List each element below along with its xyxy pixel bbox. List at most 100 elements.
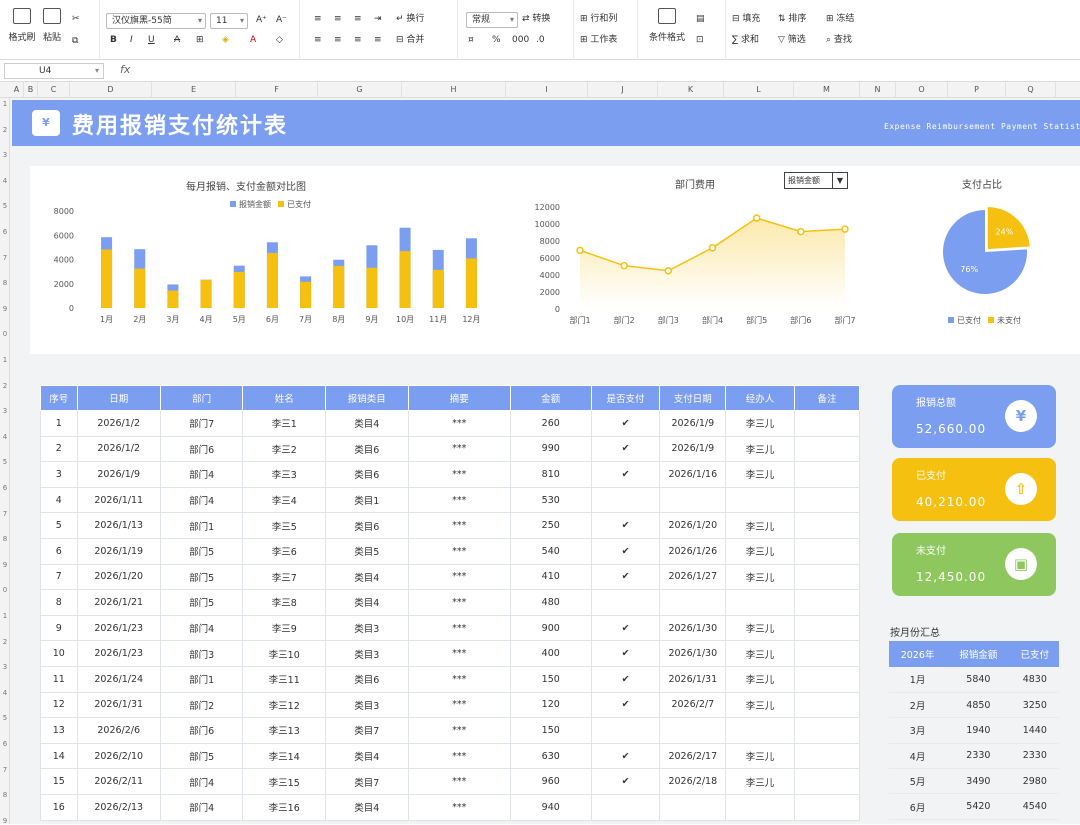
table-cell[interactable] — [659, 589, 727, 616]
table-cell[interactable]: *** — [407, 717, 511, 744]
table-cell[interactable]: 部门6 — [159, 435, 244, 463]
table-cell[interactable]: 2026/1/20 — [659, 512, 727, 539]
table-cell[interactable]: 3 — [40, 461, 78, 488]
table-cell[interactable]: 2026/2/18 — [659, 768, 727, 795]
table-cell[interactable]: 2026/1/24 — [76, 665, 161, 693]
fill-color-icon[interactable]: ◈ — [222, 33, 229, 47]
summary-cell[interactable]: 5420 — [946, 793, 1011, 820]
increase-font-icon[interactable]: A⁺ — [256, 13, 267, 27]
table-cell[interactable] — [793, 742, 861, 770]
table-cell[interactable]: 部门3 — [159, 640, 244, 667]
table-cell[interactable]: 530 — [509, 486, 592, 514]
row-header[interactable]: 9 — [0, 561, 10, 569]
column-header-l[interactable]: L — [724, 82, 794, 98]
row-header[interactable]: 4 — [0, 433, 10, 441]
clear-format-icon[interactable]: ◇ — [276, 33, 283, 47]
table-cell[interactable]: ✔ — [590, 742, 661, 770]
table-cell[interactable]: ✔ — [590, 512, 661, 539]
table-cell[interactable]: 李三儿 — [725, 768, 795, 795]
table-cell[interactable]: 李三儿 — [725, 691, 795, 719]
column-header-cell[interactable]: 日期 — [76, 385, 161, 411]
table-cell[interactable]: 李三8 — [242, 589, 327, 616]
summary-cell[interactable]: 1月 — [889, 667, 947, 693]
table-cell[interactable]: 李三儿 — [725, 410, 795, 437]
row-header[interactable]: 3 — [0, 151, 10, 159]
table-cell[interactable]: *** — [407, 793, 511, 821]
table-cell[interactable] — [659, 717, 727, 744]
row-header[interactable]: 8 — [0, 791, 10, 799]
table-cell[interactable]: 150 — [509, 665, 592, 693]
table-cell[interactable]: ✔ — [590, 435, 661, 463]
table-cell[interactable]: 960 — [509, 768, 592, 795]
table-cell[interactable]: 16 — [40, 793, 78, 821]
table-cell[interactable]: 8 — [40, 589, 78, 616]
table-cell[interactable]: 900 — [509, 614, 592, 642]
table-cell[interactable]: 2026/1/21 — [76, 589, 161, 616]
column-header-cell[interactable]: 支付日期 — [659, 385, 727, 411]
column-header-c[interactable]: C — [38, 82, 70, 98]
column-header-g[interactable]: G — [318, 82, 402, 98]
row-header[interactable]: 2 — [0, 638, 10, 646]
table-cell[interactable]: 810 — [509, 461, 592, 488]
table-cell[interactable]: ✔ — [590, 410, 661, 437]
table-cell[interactable]: 480 — [509, 589, 592, 616]
table-cell[interactable]: 2026/1/30 — [659, 640, 727, 667]
row-header[interactable]: 8 — [0, 535, 10, 543]
percent-icon[interactable]: % — [492, 33, 501, 47]
paste-button[interactable]: 粘贴 — [32, 8, 72, 43]
summary-cell[interactable]: 4月 — [889, 743, 947, 770]
column-header-cell[interactable]: 序号 — [40, 385, 78, 411]
row-header[interactable]: 7 — [0, 766, 10, 774]
column-header-cell[interactable]: 金额 — [509, 385, 592, 411]
strikethrough-icon[interactable]: A — [174, 33, 180, 47]
table-cell[interactable]: 6 — [40, 537, 78, 565]
column-header-cell[interactable]: 报销类目 — [325, 385, 409, 411]
table-cell[interactable]: 2026/1/31 — [76, 691, 161, 719]
table-cell[interactable]: 类目3 — [325, 691, 409, 719]
table-cell[interactable]: 540 — [509, 537, 592, 565]
table-cell[interactable] — [793, 717, 861, 744]
table-cell[interactable]: 李三16 — [242, 793, 327, 821]
table-cell[interactable]: 类目4 — [325, 410, 409, 437]
table-cell[interactable]: ✔ — [590, 640, 661, 667]
table-cell[interactable] — [793, 691, 861, 719]
align-bottom-icon[interactable]: ≡ — [354, 12, 362, 26]
column-header-n[interactable]: N — [860, 82, 896, 98]
align-top-icon[interactable]: ≡ — [314, 12, 322, 26]
table-cell[interactable]: 类目4 — [325, 742, 409, 770]
find-button[interactable]: ⌕ 查找 — [826, 33, 852, 47]
summary-cell[interactable]: 5840 — [946, 667, 1011, 693]
table-cell[interactable]: 李三7 — [242, 563, 327, 591]
table-cell[interactable]: 部门4 — [159, 461, 244, 488]
table-cell[interactable]: 4 — [40, 486, 78, 514]
column-header-d[interactable]: D — [70, 82, 152, 98]
underline-icon[interactable]: U — [148, 33, 155, 47]
table-cell[interactable]: 类目6 — [325, 461, 409, 488]
table-cell[interactable]: 5 — [40, 512, 78, 539]
summary-cell[interactable]: 1440 — [1010, 717, 1059, 744]
conditional-format-button[interactable]: 条件格式 — [642, 8, 692, 43]
table-cell[interactable]: ✔ — [590, 768, 661, 795]
table-cell[interactable]: 2026/1/16 — [659, 461, 727, 488]
table-cell[interactable]: 李三10 — [242, 640, 327, 667]
convert-button[interactable]: ⇄ 转换 — [522, 12, 550, 26]
table-cell[interactable]: 部门1 — [159, 665, 244, 693]
merge-button[interactable]: ⊟ 合并 — [396, 33, 424, 47]
table-cell[interactable]: 2026/2/13 — [76, 793, 161, 821]
table-cell[interactable] — [793, 537, 861, 565]
bold-icon[interactable]: B — [110, 33, 117, 47]
sort-button[interactable]: ⇅ 排序 — [778, 12, 806, 26]
summary-cell[interactable]: 2980 — [1010, 768, 1059, 795]
table-cell[interactable]: 类目7 — [325, 717, 409, 744]
column-header-m[interactable]: M — [794, 82, 860, 98]
justify-icon[interactable]: ≡ — [374, 33, 382, 47]
summary-cell[interactable]: 2月 — [889, 692, 947, 719]
wrap-button[interactable]: ↵ 换行 — [396, 12, 424, 26]
table-cell[interactable]: 李三儿 — [725, 665, 795, 693]
table-cell[interactable]: 2026/2/17 — [659, 742, 727, 770]
row-header[interactable]: 1 — [0, 356, 10, 364]
table-cell[interactable]: 部门2 — [159, 691, 244, 719]
summary-cell[interactable]: 4830 — [1010, 667, 1059, 693]
table-cell[interactable] — [793, 512, 861, 539]
fx-icon[interactable]: fx — [120, 63, 130, 76]
